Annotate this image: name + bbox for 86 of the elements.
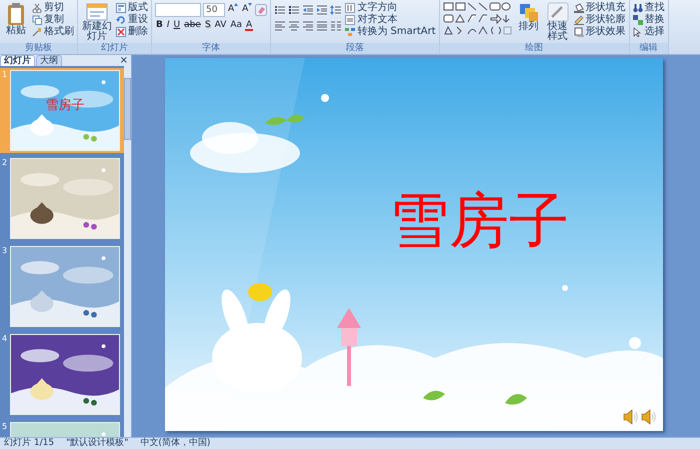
paint-bucket-icon — [574, 2, 584, 12]
slide-icon — [86, 2, 108, 22]
group-label: 剪贴板 — [0, 43, 77, 54]
change-case-button[interactable]: Aa — [229, 19, 244, 32]
arrange-button[interactable]: 排列 — [516, 2, 542, 32]
close-button[interactable]: × — [116, 56, 131, 66]
align-right-icon[interactable] — [302, 20, 314, 30]
ribbon-button[interactable]: 形状填充 — [574, 2, 626, 13]
strikethrough-button[interactable]: abe — [183, 19, 202, 32]
scrollbar[interactable] — [124, 66, 131, 437]
ribbon-button[interactable]: 转换为 SmartArt — [345, 26, 436, 37]
square-effects-icon — [574, 26, 584, 36]
grow-font-icon — [234, 3, 238, 7]
group-label: 段落 — [271, 43, 439, 54]
align-left-icon[interactable] — [274, 20, 286, 30]
group-label: 字体 — [152, 43, 270, 54]
pencil-icon — [574, 14, 584, 24]
ribbon-button[interactable]: 文字方向 — [345, 2, 436, 13]
cycle-arrow-icon — [116, 14, 126, 24]
ribbon-button[interactable]: 版式 — [116, 2, 148, 13]
indent-icon[interactable] — [316, 4, 328, 14]
status-text: 幻灯片 1/15 — [4, 438, 54, 449]
ribbon-button[interactable]: 复制 — [32, 14, 74, 25]
slide-number: 2 — [0, 158, 8, 169]
align-text-icon — [345, 14, 356, 24]
clipboard-icon — [6, 2, 26, 26]
numbered-list-icon[interactable] — [288, 4, 300, 14]
thumbnail-title: 雪房子 — [44, 99, 86, 113]
ribbon-button[interactable]: 形状轮廓 — [574, 14, 626, 25]
align-center-icon[interactable] — [288, 20, 300, 30]
justify-icon[interactable] — [316, 20, 328, 30]
ribbon-button[interactable]: 格式刷 — [32, 26, 74, 37]
grow-font-button[interactable]: A — [227, 3, 240, 16]
shrink-font-icon — [248, 3, 252, 7]
slide-number: 1 — [0, 70, 8, 81]
slide-number: 3 — [0, 246, 8, 257]
font-size-field[interactable]: 50 — [203, 2, 225, 16]
italic-button[interactable]: I — [166, 19, 171, 32]
slide-number: 5 — [0, 422, 8, 433]
columns-icon[interactable] — [330, 20, 342, 30]
stacked-squares-icon — [518, 2, 540, 22]
spacing-button[interactable]: AV — [214, 19, 228, 32]
line-spacing-icon[interactable] — [330, 4, 342, 14]
eraser-icon[interactable] — [255, 4, 268, 16]
speaker-icon[interactable] — [623, 409, 639, 425]
outdent-icon[interactable] — [302, 4, 314, 14]
panel-tab[interactable]: 大纲 — [36, 55, 62, 66]
group-label: 绘图 — [440, 43, 629, 54]
ribbon-button[interactable]: 选择 — [632, 26, 665, 37]
underline-button[interactable]: U — [172, 19, 182, 32]
ribbon-button[interactable]: 替换 — [632, 14, 665, 25]
scissors-icon — [32, 2, 42, 12]
bullet-list-icon[interactable] — [274, 4, 286, 14]
ribbon-button[interactable]: 剪切 — [32, 2, 74, 13]
font-name-field[interactable] — [155, 2, 201, 16]
ribbon-button[interactable]: 对齐文本 — [345, 14, 436, 25]
status-text: 中文(简体，中国) — [140, 438, 210, 449]
font-color-button[interactable]: A — [245, 20, 254, 31]
shape-gallery[interactable] — [442, 2, 513, 36]
cursor-icon — [632, 26, 643, 36]
replace-icon — [632, 14, 643, 24]
text-direction-icon — [345, 2, 356, 12]
ribbon-button[interactable]: 查找 — [632, 2, 665, 13]
smartart-icon — [345, 26, 356, 36]
status-text: "默认设计模板" — [66, 438, 128, 449]
quick-styles-button[interactable]: 快速样式 — [544, 2, 571, 42]
shrink-font-button[interactable]: A — [241, 3, 254, 16]
pen-icon — [546, 2, 569, 22]
ribbon-button[interactable]: 形状效果 — [574, 26, 626, 37]
brush-icon — [32, 26, 42, 36]
paste-button[interactable]: 粘贴 — [3, 2, 29, 36]
panel-tab[interactable]: 幻灯片 — [0, 55, 35, 66]
binoculars-icon — [632, 2, 643, 12]
delete-icon — [116, 26, 126, 36]
shadow-button[interactable]: S — [204, 19, 212, 32]
copy-icon — [32, 14, 42, 24]
speaker-icon[interactable] — [641, 409, 657, 425]
group-label: 幻灯片 — [78, 43, 151, 54]
new-slide-button[interactable]: 新建幻灯片 — [81, 2, 113, 42]
ribbon-button[interactable]: 删除 — [116, 26, 148, 37]
layout-icon — [116, 2, 126, 12]
group-label: 编辑 — [630, 43, 668, 54]
slide-title: 雪房子 — [389, 186, 569, 256]
bold-button[interactable]: B — [155, 19, 164, 32]
slide-number: 4 — [0, 334, 8, 345]
ribbon-button[interactable]: 重设 — [116, 14, 148, 25]
